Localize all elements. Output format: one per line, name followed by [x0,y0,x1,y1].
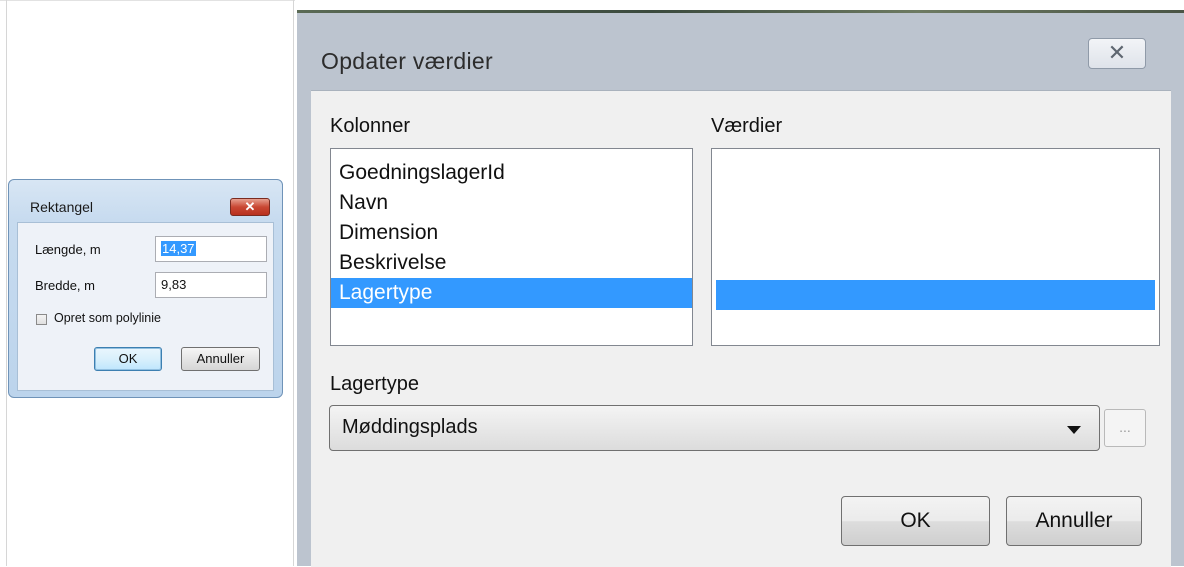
browse-button[interactable]: ... [1104,409,1146,447]
close-button[interactable]: ✕ [1088,38,1146,69]
lagertype-dropdown[interactable]: Møddingsplads [329,405,1100,451]
background-window-strip [297,10,1184,13]
cancel-button[interactable]: Annuller [1006,496,1142,546]
values-selected-row[interactable] [716,280,1155,310]
center-divider [293,0,294,566]
ok-button[interactable]: OK [94,347,162,371]
close-icon: ✕ [1107,40,1127,65]
length-field[interactable]: 14,37 [155,236,267,262]
polyline-checkbox-label: Opret som polylinie [54,311,161,325]
length-value: 14,37 [161,241,196,256]
list-item-selected[interactable]: Lagertype [331,278,692,308]
columns-header: Kolonner [330,115,411,137]
cancel-button[interactable]: Annuller [181,347,260,371]
update-values-dialog: Opdater værdier ✕ Kolonner Værdier Goedn… [297,10,1184,567]
rektangel-dialog: Rektangel ✕ Længde, m 14,37 Bredde, m 9,… [8,179,283,398]
dialog-title: Rektangel [30,199,94,215]
values-header: Værdier [711,115,783,137]
list-item[interactable]: Beskrivelse [331,248,692,278]
dropdown-value: Møddingsplads [342,416,478,438]
polyline-checkbox[interactable] [36,314,47,325]
chevron-down-icon [1067,426,1081,434]
values-listbox[interactable] [711,148,1160,346]
close-icon: ✕ [244,199,256,214]
length-label: Længde, m [35,242,101,257]
dialog-title: Opdater værdier [321,48,493,74]
top-border [0,0,295,1]
width-label: Bredde, m [35,278,95,293]
list-item[interactable]: Navn [331,188,692,218]
dialog-body: Kolonner Værdier GoedningslagerId Navn D… [311,90,1171,567]
width-field[interactable]: 9,83 [155,272,267,298]
close-button[interactable]: ✕ [230,198,270,216]
field-label: Lagertype [330,373,419,395]
list-item[interactable]: Dimension [331,218,692,248]
ok-button[interactable]: OK [841,496,990,546]
list-item[interactable]: GoedningslagerId [331,158,692,188]
columns-listbox[interactable]: GoedningslagerId Navn Dimension Beskrive… [330,148,693,346]
dialog-body: Længde, m 14,37 Bredde, m 9,83 Opret som… [17,222,274,391]
left-divider [6,0,7,566]
